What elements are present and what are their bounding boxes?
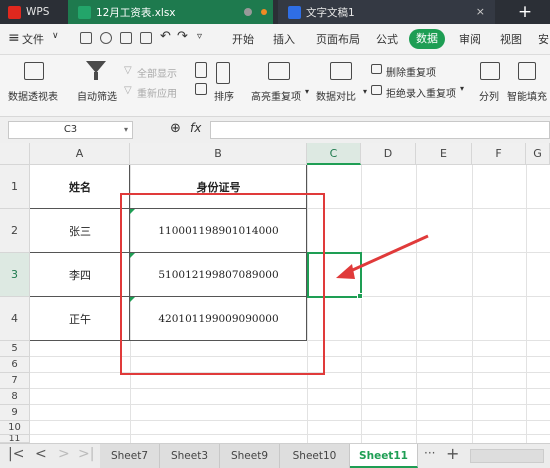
annotation-box bbox=[120, 193, 325, 375]
sheet-tab-bar: |< < > >| Sheet7 Sheet3 Sheet9 Sheet10 S… bbox=[0, 443, 550, 468]
unsaved-indicator-icon bbox=[261, 9, 267, 15]
sort-button[interactable]: 排序 bbox=[214, 88, 234, 103]
reject-dropdown-icon[interactable]: ▾ bbox=[460, 84, 464, 93]
hamburger-menu-icon[interactable]: ≡ bbox=[8, 30, 20, 46]
highlight-duplicates-button[interactable]: 高亮重复项 bbox=[251, 88, 301, 103]
formula-input[interactable] bbox=[210, 121, 550, 139]
add-sheet-button[interactable]: + bbox=[446, 444, 459, 463]
compare-dropdown-icon[interactable]: ▾ bbox=[363, 87, 367, 96]
wps-spreadsheet-window: WPS 12月工资表.xlsx 文字文稿1 × + ≡ 文件 ∨ ↶ ↷ ▿ 开… bbox=[0, 0, 550, 468]
zoom-search-icon[interactable]: ⊕ bbox=[170, 121, 181, 136]
reject-duplicates-icon bbox=[371, 85, 382, 95]
split-columns-icon[interactable] bbox=[480, 62, 500, 80]
xlsx-tab-label: 12月工资表.xlsx bbox=[96, 6, 176, 19]
next-sheet-icon[interactable]: > bbox=[58, 446, 70, 462]
redo-icon[interactable]: ↷ bbox=[177, 29, 188, 44]
reject-duplicates-button[interactable]: 拒绝录入重复项 bbox=[386, 85, 456, 100]
highlight-dropdown-icon[interactable]: ▾ bbox=[305, 87, 309, 96]
sheet-tab-sheet9[interactable]: Sheet9 bbox=[220, 444, 280, 468]
data-compare-button[interactable]: 数据对比 bbox=[316, 88, 356, 103]
undo-icon[interactable]: ↶ bbox=[160, 29, 171, 44]
spreadsheet-icon bbox=[78, 5, 91, 19]
name-box-dropdown-icon[interactable]: ▾ bbox=[124, 122, 128, 138]
save-icon[interactable] bbox=[80, 32, 92, 44]
smart-fill-icon[interactable] bbox=[518, 62, 536, 80]
title-bar: WPS 12月工资表.xlsx 文字文稿1 × + bbox=[0, 0, 550, 24]
reapply-icon: ▽ bbox=[124, 85, 132, 96]
print-preview-icon[interactable] bbox=[140, 32, 152, 44]
close-tab-icon[interactable]: × bbox=[476, 5, 485, 18]
split-columns-button[interactable]: 分列 bbox=[479, 88, 499, 103]
wps-logo-icon bbox=[8, 5, 21, 19]
menu-formulas[interactable]: 公式 bbox=[376, 31, 398, 47]
menu-home[interactable]: 开始 bbox=[232, 31, 254, 47]
pivot-table-icon[interactable] bbox=[24, 62, 44, 80]
name-box[interactable]: C3 ▾ bbox=[8, 121, 133, 139]
annotation-arrow-head bbox=[336, 264, 355, 279]
formula-bar: C3 ▾ ⊕ fx bbox=[0, 117, 550, 143]
highlight-duplicates-icon[interactable] bbox=[268, 62, 290, 80]
pin-icon[interactable] bbox=[244, 8, 252, 16]
name-box-value: C3 bbox=[63, 124, 78, 135]
document-icon bbox=[288, 5, 301, 19]
pivot-table-button[interactable]: 数据透视表 bbox=[8, 88, 58, 103]
more-sheets-icon[interactable]: ··· bbox=[424, 446, 435, 460]
prev-sheet-icon[interactable]: < bbox=[35, 446, 47, 462]
reapply-button[interactable]: 重新应用 bbox=[137, 85, 177, 100]
delete-duplicates-button[interactable]: 删除重复项 bbox=[386, 64, 436, 79]
show-all-icon: ▽ bbox=[124, 65, 132, 76]
new-tab-button[interactable]: + bbox=[500, 1, 550, 23]
file-dropdown-icon[interactable]: ∨ bbox=[52, 31, 59, 41]
annotation-overlay bbox=[120, 193, 429, 375]
smart-fill-button[interactable]: 智能填充 bbox=[507, 88, 547, 103]
sort-az-icon[interactable] bbox=[216, 62, 230, 84]
menu-view[interactable]: 视图 bbox=[500, 31, 522, 47]
sort-ascending-icon[interactable] bbox=[195, 62, 207, 78]
menu-insert[interactable]: 插入 bbox=[273, 31, 295, 47]
delete-duplicates-icon bbox=[371, 64, 382, 74]
tab-xlsx-document[interactable]: 12月工资表.xlsx bbox=[68, 0, 273, 24]
doc-tab-label: 文字文稿1 bbox=[306, 6, 355, 19]
quick-access-dropdown-icon[interactable]: ▿ bbox=[197, 31, 202, 42]
menu-page-layout[interactable]: 页面布局 bbox=[316, 31, 360, 47]
autofilter-button[interactable]: 自动筛选 bbox=[77, 88, 117, 103]
horizontal-scrollbar[interactable] bbox=[470, 449, 544, 463]
first-sheet-icon[interactable]: |< bbox=[8, 446, 24, 462]
insert-function-icon[interactable]: fx bbox=[190, 121, 201, 135]
data-compare-icon[interactable] bbox=[330, 62, 352, 80]
worksheet-grid[interactable]: A B C D E F G 1 2 3 4 5 6 7 8 9 10 11 姓名… bbox=[0, 143, 550, 443]
last-sheet-icon[interactable]: >| bbox=[78, 446, 94, 462]
wps-label: WPS bbox=[26, 6, 50, 18]
sheet-tab-sheet3[interactable]: Sheet3 bbox=[160, 444, 220, 468]
sheet-tab-sheet11[interactable]: Sheet11 bbox=[350, 444, 418, 468]
menu-review[interactable]: 审阅 bbox=[459, 31, 481, 47]
show-all-button[interactable]: 全部显示 bbox=[137, 65, 177, 80]
sort-custom-icon[interactable] bbox=[195, 83, 207, 95]
sheet-tab-sheet7[interactable]: Sheet7 bbox=[100, 444, 160, 468]
print-icon[interactable] bbox=[120, 32, 132, 44]
annotation-arrow bbox=[345, 234, 429, 275]
menu-security[interactable]: 安 bbox=[538, 31, 549, 47]
export-pdf-icon[interactable] bbox=[100, 32, 112, 44]
filter-stem-icon bbox=[94, 72, 98, 80]
data-ribbon: 数据透视表 自动筛选 ▽ 全部显示 ▽ 重新应用 排序 高亮重复项 ▾ 数据对比… bbox=[0, 55, 550, 117]
menu-bar: ≡ 文件 ∨ ↶ ↷ ▿ 开始 插入 页面布局 公式 数据 审阅 视图 安 bbox=[0, 24, 550, 55]
menu-data[interactable]: 数据 bbox=[409, 29, 445, 49]
tab-text-document[interactable]: 文字文稿1 × bbox=[278, 0, 495, 24]
menu-file[interactable]: 文件 bbox=[22, 31, 44, 47]
sheet-tab-sheet10[interactable]: Sheet10 bbox=[280, 444, 350, 468]
wps-home-tab[interactable]: WPS bbox=[0, 0, 68, 24]
